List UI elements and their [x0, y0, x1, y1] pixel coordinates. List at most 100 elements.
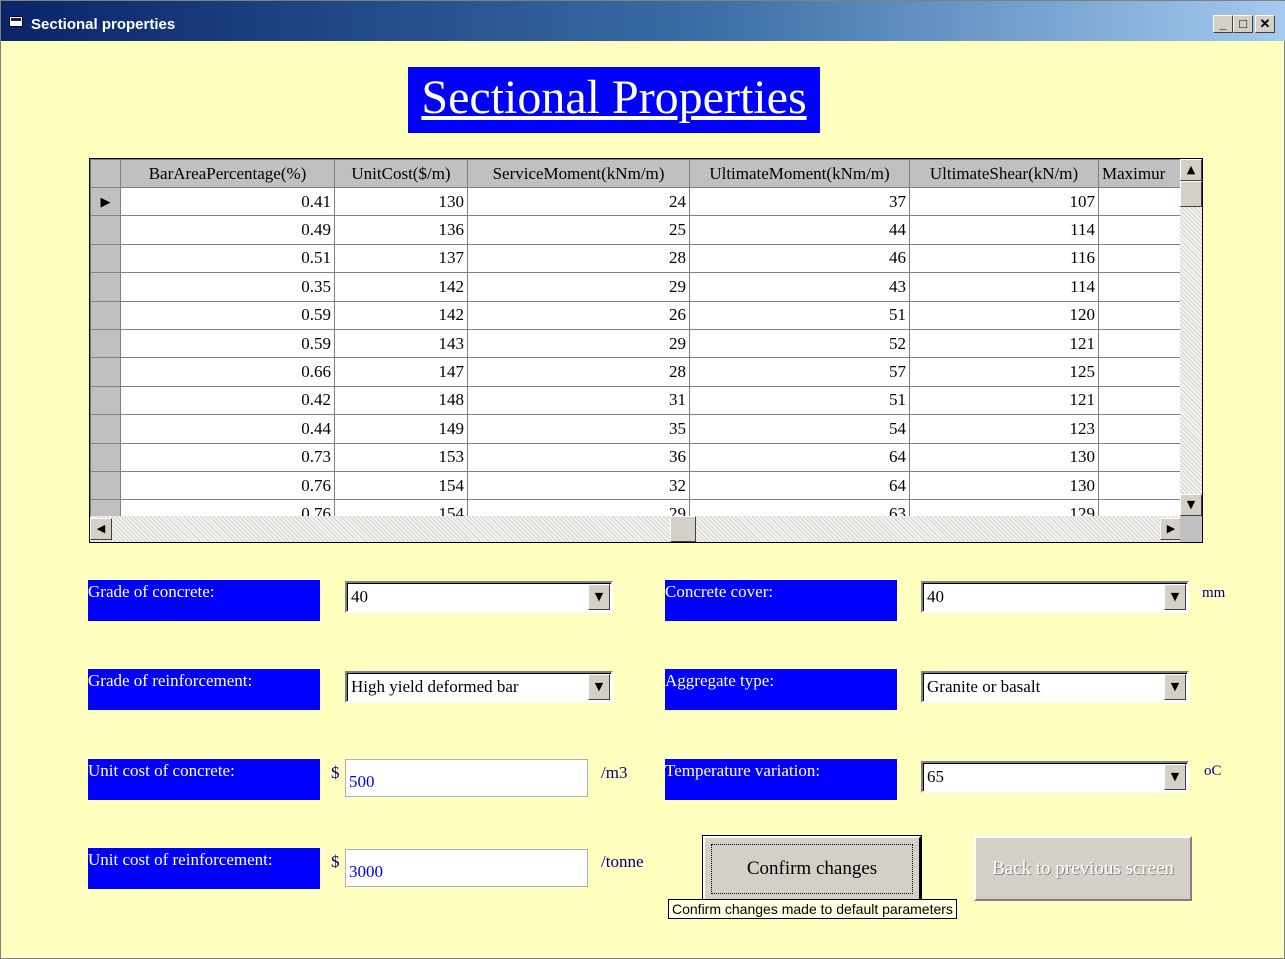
row-selector[interactable]: ▶	[90, 186, 121, 217]
table-cell[interactable]	[1098, 215, 1183, 245]
row-selector[interactable]	[90, 470, 121, 501]
row-selector[interactable]	[90, 328, 121, 359]
table-cell[interactable]	[1098, 414, 1183, 444]
chevron-down-icon[interactable]: ▼	[588, 584, 610, 610]
table-cell[interactable]: 28	[467, 357, 690, 387]
table-cell[interactable]: 32	[467, 470, 690, 501]
table-cell[interactable]	[1098, 357, 1183, 387]
table-cell[interactable]: 0.51	[120, 243, 335, 274]
column-header[interactable]: UltimateShear(kN/m)	[909, 159, 1099, 188]
table-cell[interactable]	[1098, 442, 1183, 472]
table-cell[interactable]: 148	[334, 385, 468, 416]
table-cell[interactable]: 143	[334, 328, 468, 359]
table-cell[interactable]	[1098, 300, 1183, 330]
table-cell[interactable]: 64	[689, 442, 910, 472]
row-selector[interactable]	[90, 300, 121, 330]
table-row[interactable]: ▶ 0.41 130 24 37 107	[90, 186, 1183, 217]
table-cell[interactable]	[1098, 272, 1183, 302]
table-cell[interactable]: 64	[689, 470, 910, 501]
table-cell[interactable]: 116	[909, 243, 1099, 274]
table-row[interactable]: 0.49 136 25 44 114	[90, 215, 1183, 245]
table-cell[interactable]: 35	[467, 414, 690, 444]
back-to-previous-screen-button[interactable]: Back to previous screen	[974, 836, 1192, 901]
table-cell[interactable]: 0.59	[120, 328, 335, 359]
table-row[interactable]: 0.35 142 29 43 114	[90, 272, 1183, 302]
vertical-scroll-thumb[interactable]	[1180, 181, 1202, 207]
table-row[interactable]: 0.59 142 26 51 120	[90, 300, 1183, 330]
scroll-down-icon[interactable]: ▼	[1180, 494, 1202, 516]
row-selector[interactable]	[90, 385, 121, 416]
confirm-changes-button[interactable]: Confirm changes	[703, 836, 921, 901]
table-cell[interactable]: 137	[334, 243, 468, 274]
table-cell[interactable]: 142	[334, 272, 468, 302]
table-cell[interactable]: 0.76	[120, 470, 335, 501]
unit-cost-concrete-input[interactable]: 500	[345, 759, 588, 797]
chevron-down-icon[interactable]: ▼	[1164, 674, 1186, 700]
temperature-variation-select[interactable]: 65 ▼	[921, 761, 1189, 793]
column-header[interactable]: Maximur	[1098, 159, 1183, 188]
table-cell[interactable]: 29	[467, 328, 690, 359]
table-cell[interactable]: 125	[909, 357, 1099, 387]
grade-concrete-select[interactable]: 40 ▼	[345, 581, 613, 613]
table-cell[interactable]: 0.49	[120, 215, 335, 245]
column-header[interactable]: ServiceMoment(kNm/m)	[467, 159, 690, 188]
concrete-cover-select[interactable]: 40 ▼	[921, 581, 1189, 613]
table-cell[interactable]	[1098, 385, 1183, 416]
table-cell[interactable]: 153	[334, 442, 468, 472]
minimize-button[interactable]: _	[1213, 15, 1233, 33]
table-cell[interactable]: 136	[334, 215, 468, 245]
table-cell[interactable]: 142	[334, 300, 468, 330]
data-grid[interactable]: BarAreaPercentage(%) UnitCost($/m) Servi…	[89, 158, 1203, 543]
maximize-button[interactable]: □	[1233, 15, 1253, 33]
table-cell[interactable]: 0.73	[120, 442, 335, 472]
table-cell[interactable]	[1098, 328, 1183, 359]
table-cell[interactable]	[1098, 243, 1183, 274]
table-cell[interactable]: 0.42	[120, 385, 335, 416]
column-header[interactable]: UltimateMoment(kNm/m)	[689, 159, 910, 188]
table-cell[interactable]: 121	[909, 385, 1099, 416]
table-cell[interactable]: 120	[909, 300, 1099, 330]
table-cell[interactable]: 0.59	[120, 300, 335, 330]
table-cell[interactable]: 28	[467, 243, 690, 274]
table-row[interactable]: 0.76 154 32 64 130	[90, 470, 1183, 501]
table-row[interactable]: 0.44 149 35 54 123	[90, 414, 1183, 444]
horizontal-scrollbar[interactable]: ◀ ▶	[90, 516, 1182, 542]
table-cell[interactable]: 147	[334, 357, 468, 387]
table-cell[interactable]: 107	[909, 186, 1099, 217]
table-cell[interactable]: 121	[909, 328, 1099, 359]
horizontal-scroll-thumb[interactable]	[670, 516, 696, 542]
close-button[interactable]: ✕	[1255, 15, 1275, 33]
row-selector[interactable]	[90, 272, 121, 302]
row-selector[interactable]	[90, 442, 121, 472]
grade-reinforcement-select[interactable]: High yield deformed bar ▼	[345, 671, 613, 703]
table-cell[interactable]: 24	[467, 186, 690, 217]
table-cell[interactable]: 25	[467, 215, 690, 245]
table-cell[interactable]: 0.41	[120, 186, 335, 217]
table-cell[interactable]: 36	[467, 442, 690, 472]
table-row[interactable]: 0.42 148 31 51 121	[90, 385, 1183, 416]
table-cell[interactable]: 43	[689, 272, 910, 302]
column-header[interactable]: BarAreaPercentage(%)	[120, 159, 335, 188]
chevron-down-icon[interactable]: ▼	[588, 674, 610, 700]
table-cell[interactable]: 114	[909, 215, 1099, 245]
table-cell[interactable]: 31	[467, 385, 690, 416]
table-cell[interactable]: 37	[689, 186, 910, 217]
column-header[interactable]: UnitCost($/m)	[334, 159, 468, 188]
table-cell[interactable]	[1098, 186, 1183, 217]
table-row[interactable]: 0.73 153 36 64 130	[90, 442, 1183, 472]
scroll-right-icon[interactable]: ▶	[1160, 518, 1182, 540]
table-cell[interactable]: 130	[909, 470, 1099, 501]
scroll-up-icon[interactable]: ▲	[1180, 159, 1202, 181]
aggregate-type-select[interactable]: Granite or basalt ▼	[921, 671, 1189, 703]
table-cell[interactable]: 130	[334, 186, 468, 217]
table-cell[interactable]: 0.66	[120, 357, 335, 387]
vertical-scrollbar[interactable]: ▲ ▼	[1180, 159, 1202, 516]
table-cell[interactable]: 123	[909, 414, 1099, 444]
table-cell[interactable]: 0.35	[120, 272, 335, 302]
table-cell[interactable]: 130	[909, 442, 1099, 472]
table-cell[interactable]: 26	[467, 300, 690, 330]
table-cell[interactable]: 51	[689, 300, 910, 330]
row-selector[interactable]	[90, 357, 121, 387]
table-cell[interactable]: 54	[689, 414, 910, 444]
scroll-left-icon[interactable]: ◀	[90, 518, 112, 540]
